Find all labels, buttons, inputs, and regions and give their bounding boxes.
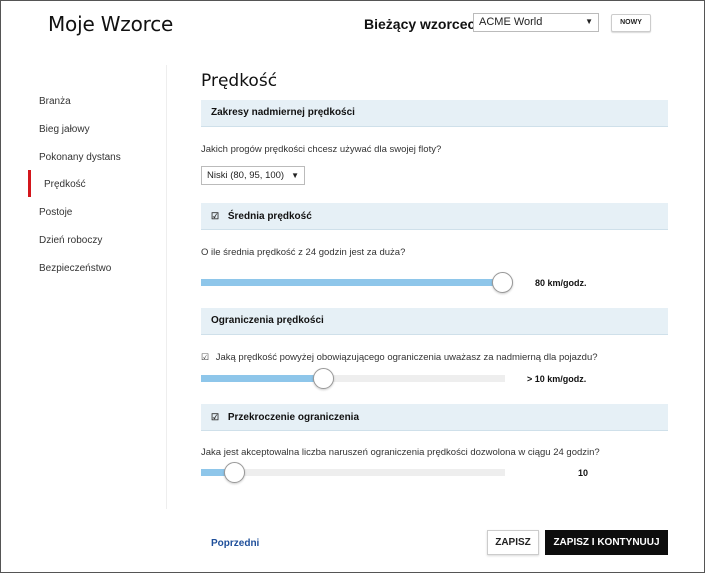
overspeed-section-header: Zakresy nadmiernej prędkości: [201, 100, 668, 127]
average-speed-section-header: ☑ Średnia prędkość: [201, 203, 668, 230]
app-title: Moje Wzorce: [48, 12, 174, 36]
sidebar-item-branza[interactable]: Branża: [39, 96, 71, 107]
limit-violation-checkbox[interactable]: ☑: [211, 404, 219, 430]
speed-limits-slider-thumb[interactable]: [312, 368, 334, 389]
app-frame: Moje Wzorce Bieżący wzorcec : ACME World…: [0, 0, 705, 573]
limit-violation-section-title: Przekroczenie ograniczenia: [227, 412, 360, 423]
speed-limits-slider[interactable]: [201, 368, 505, 389]
average-speed-question: O ile średnia prędkość z 24 godzin jest …: [201, 247, 406, 258]
sidebar-active-marker: [28, 170, 31, 197]
average-speed-value: 80 km/godz.: [535, 278, 587, 288]
average-speed-section-title: Średnia prędkość: [227, 211, 312, 222]
limit-violation-section-header: ☑ Przekroczenie ograniczenia: [201, 404, 668, 431]
chevron-down-icon: ▼: [585, 17, 593, 26]
speed-limits-section-title: Ograniczenia prędkości: [211, 315, 324, 326]
sidebar-item-predkosc[interactable]: Prędkość: [44, 179, 86, 190]
average-speed-slider[interactable]: [201, 272, 513, 293]
speed-limits-question: Jaką prędkość powyżej obowiązującego ogr…: [215, 352, 598, 363]
overspeed-section-title: Zakresy nadmiernej prędkości: [211, 107, 355, 118]
speed-limits-section-header: Ograniczenia prędkości: [201, 308, 668, 335]
sidebar-item-postoje[interactable]: Postoje: [39, 207, 72, 218]
speed-limits-checkbox[interactable]: ☑: [201, 352, 209, 362]
new-template-button[interactable]: NOWY: [611, 14, 651, 32]
speed-limits-value: > 10 km/godz.: [527, 374, 587, 384]
speed-limits-slider-fill: [201, 375, 323, 382]
limit-violation-value: 10: [578, 468, 589, 478]
page-title: Prędkość: [201, 71, 278, 91]
overspeed-level-value: Niski (80, 95, 100): [207, 170, 285, 181]
sidebar-item-pokonany-dystans[interactable]: Pokonany dystans: [39, 152, 121, 163]
overspeed-level-select[interactable]: Niski (80, 95, 100) ▼: [201, 166, 305, 185]
limit-violation-question: Jaka jest akceptowalna liczba naruszeń o…: [201, 447, 600, 458]
average-speed-slider-thumb[interactable]: [492, 272, 513, 293]
speed-limits-question-row: ☑ Jaką prędkość powyżej obowiązującego o…: [201, 352, 598, 363]
sidebar-divider: [166, 65, 167, 509]
current-template-select[interactable]: ACME World ▼: [473, 13, 599, 32]
overspeed-question: Jakich progów prędkości chcesz używać dl…: [201, 144, 442, 155]
average-speed-slider-fill: [201, 279, 507, 286]
sidebar-item-dzien-roboczy[interactable]: Dzień roboczy: [39, 235, 102, 246]
save-button[interactable]: ZAPISZ: [487, 530, 539, 555]
current-template-value: ACME World: [479, 16, 543, 28]
previous-link[interactable]: Poprzedni: [211, 538, 259, 549]
limit-violation-slider[interactable]: [201, 462, 505, 483]
average-speed-checkbox[interactable]: ☑: [211, 203, 219, 229]
chevron-down-icon: ▼: [291, 171, 299, 180]
limit-violation-slider-thumb[interactable]: [223, 462, 245, 483]
sidebar-item-bezpieczenstwo[interactable]: Bezpieczeństwo: [39, 263, 111, 274]
current-template-label: Bieżący wzorcec :: [364, 16, 484, 32]
save-and-continue-button[interactable]: ZAPISZ I KONTYNUUJ: [545, 530, 668, 555]
sidebar-item-bieg-jalowy[interactable]: Bieg jałowy: [39, 124, 90, 135]
